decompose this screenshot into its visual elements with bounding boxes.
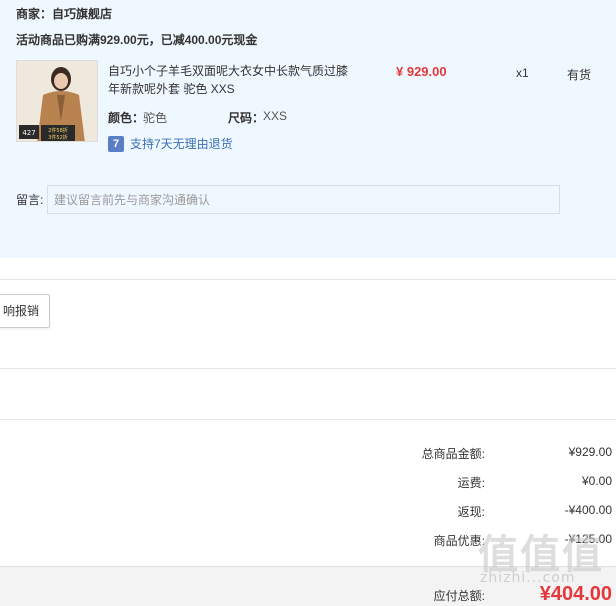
- quantity: x1: [516, 66, 529, 80]
- size-label: 尺码：: [228, 111, 265, 125]
- summary-row-cashback: 返现: -¥400.00: [0, 503, 616, 523]
- summary-value: -¥400.00: [564, 503, 612, 517]
- receipt-button[interactable]: 响报销: [0, 294, 50, 328]
- thumbnail-badge: 427: [22, 129, 35, 137]
- product-thumbnail[interactable]: 427 2件58折 3件52折: [16, 60, 98, 142]
- summary-value: -¥125.00: [564, 532, 612, 546]
- unit-price: ¥ 929.00: [396, 64, 447, 79]
- note-input[interactable]: [47, 185, 560, 214]
- summary-row-shipping: 运费: ¥0.00: [0, 474, 616, 494]
- product-title-link[interactable]: 自巧小个子羊毛双面呢大衣女中长款气质过膝年新款呢外套 驼色 XXS: [108, 62, 358, 98]
- summary-label: 商品优惠:: [433, 534, 485, 548]
- summary-label: 返现:: [457, 505, 485, 519]
- summary-row-subtotal: 总商品金额: ¥929.00: [0, 445, 616, 465]
- divider: [0, 419, 616, 420]
- thumbnail-line-2: 3件52折: [48, 134, 68, 141]
- summary-value: ¥929.00: [568, 445, 612, 459]
- divider: [0, 368, 616, 369]
- promo-notice: 活动商品已购满929.00元，已减400.00元现金: [16, 33, 258, 47]
- total-bar: 应付总额: ¥404.00: [0, 566, 616, 606]
- merchant-name[interactable]: 商家：自巧旗舰店: [16, 5, 112, 22]
- thumbnail-line-1: 2件58折: [48, 127, 68, 134]
- total-label: 应付总额:: [433, 589, 485, 603]
- summary-row-discount: 商品优惠: -¥125.00: [0, 532, 616, 552]
- note-label: 留言:: [16, 193, 44, 207]
- size-value: XXS: [263, 109, 288, 123]
- return-policy-link[interactable]: 支持7天无理由退货: [130, 136, 233, 152]
- summary-value: ¥0.00: [581, 474, 612, 488]
- color-value: 驼色: [143, 111, 168, 125]
- stock-status: 有货: [567, 68, 592, 82]
- summary-label: 运费:: [457, 476, 485, 490]
- divider: [0, 279, 616, 280]
- color-label: 颜色：: [108, 111, 145, 125]
- order-item-panel: 商家：自巧旗舰店 活动商品已购满929.00元，已减400.00元现金 427 …: [0, 0, 616, 258]
- return-badge-icon: 7: [108, 136, 124, 152]
- total-amount: ¥404.00: [539, 583, 612, 605]
- summary-label: 总商品金额:: [421, 447, 485, 461]
